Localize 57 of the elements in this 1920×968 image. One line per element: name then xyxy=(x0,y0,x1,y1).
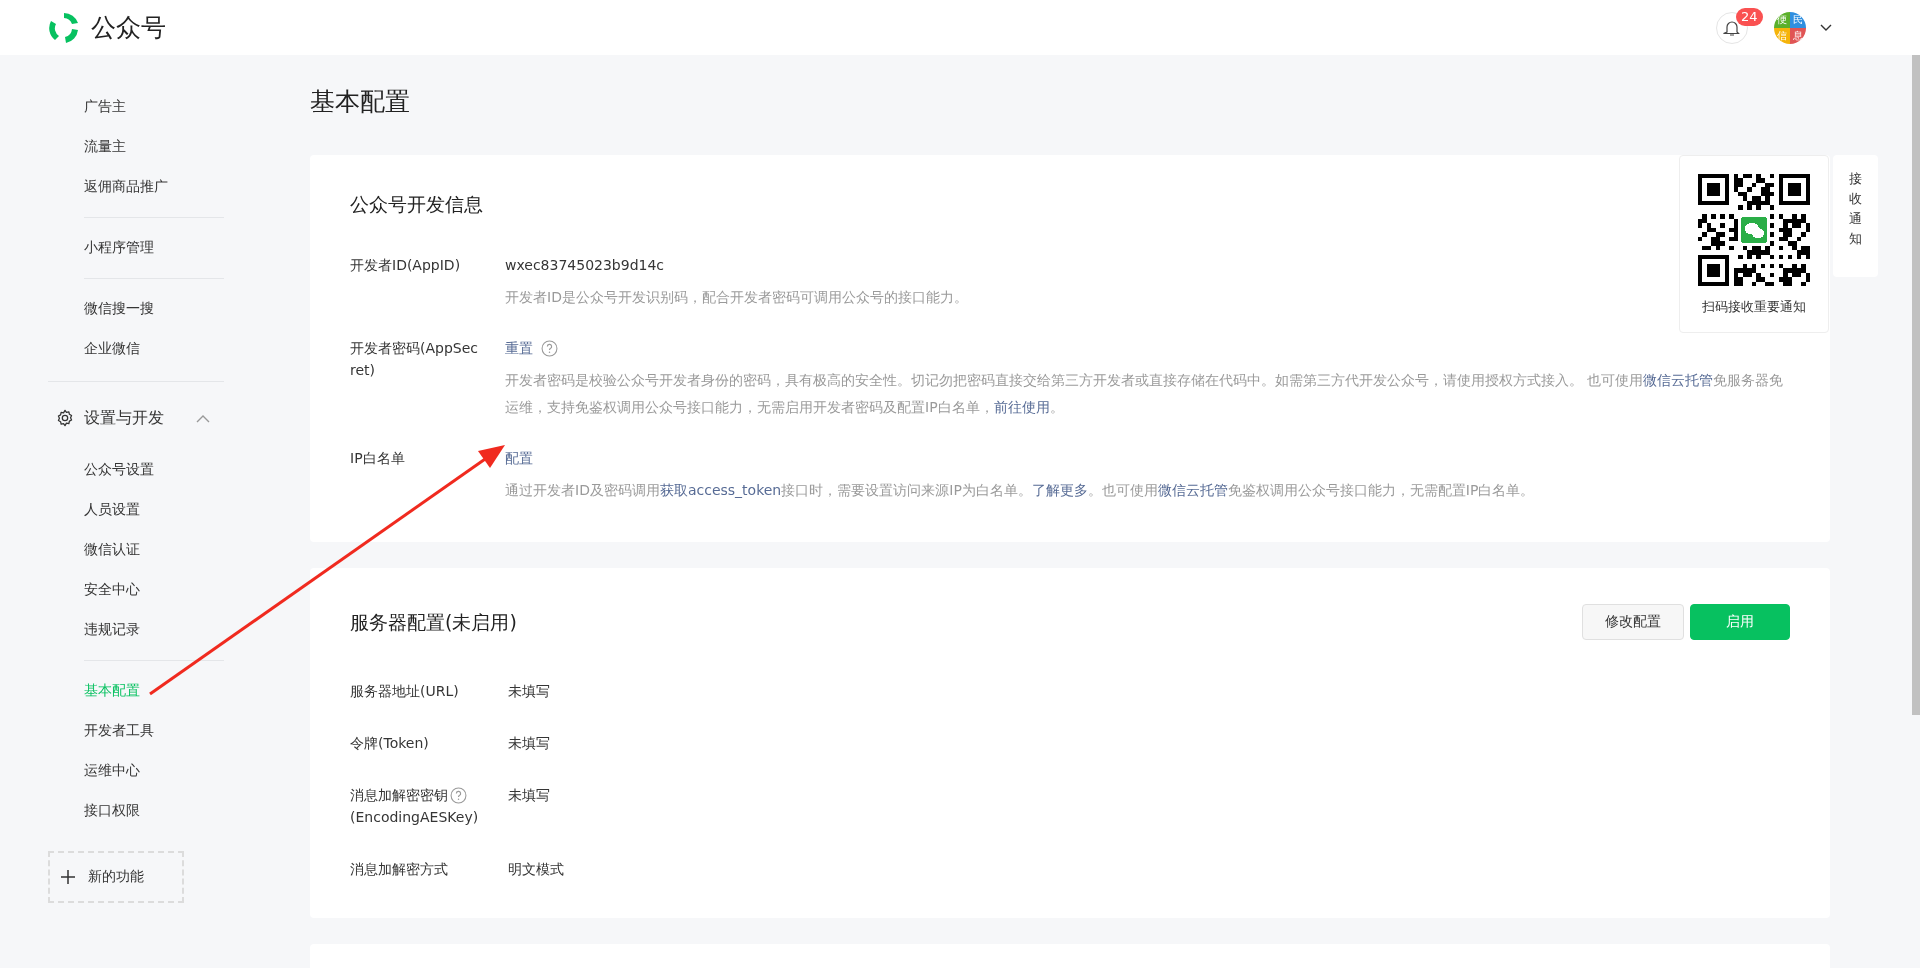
notification-tab[interactable]: 接收通知 xyxy=(1833,155,1878,277)
field-label: 开发者ID(AppID) xyxy=(350,256,462,275)
sidebar-heading[interactable]: 设置与开发 xyxy=(84,407,196,429)
sidebar-item[interactable]: 微信搜一搜 xyxy=(0,289,250,329)
notification-badge: 24 xyxy=(1736,7,1763,26)
field-label: 消息加解密密钥 xyxy=(350,786,448,805)
chevron-icon[interactable] xyxy=(196,413,210,423)
help-icon[interactable] xyxy=(541,339,558,357)
action-link[interactable]: 重置 xyxy=(505,337,533,359)
scrollbar[interactable] xyxy=(1912,55,1920,715)
link[interactable]: 微信云托管 xyxy=(1157,482,1228,498)
link[interactable]: 了解更多 xyxy=(1031,482,1088,498)
field-label: 服务器地址(URL) xyxy=(350,682,459,701)
logo-icon[interactable] xyxy=(47,10,81,45)
card-title: 服务器配置(未启用) xyxy=(350,610,517,635)
sidebar-item[interactable]: 流量主 xyxy=(0,127,250,167)
sidebar-item[interactable]: 小程序管理 xyxy=(0,228,250,268)
qr-code-icon xyxy=(1698,174,1810,286)
sidebar-item[interactable]: 人员设置 xyxy=(0,490,250,530)
settings-icon xyxy=(56,409,74,427)
link[interactable]: 获取access_token xyxy=(659,482,782,498)
field-description: 开发者密码是校验公众号开发者身份的密码，具有极高的安全性。切记勿把密码直接交给第三方开发者或直接存储在代码中。如需第三方代开发公众号，请使用授权方式接入。 也可使用微信云托管免服务器免运维，支持免鉴权调用公众号接口能力，无需启用开发者密码及配置IP白名单，前往使用。 xyxy=(505,371,1785,417)
field-description: 通过开发者ID及密码调用获取access_token接口时，需要设置访问来源IP为白名单。了解更多。也可使用微信云托管免鉴权调用公众号接口能力，无需配置IP白名单。 xyxy=(505,481,1535,500)
link[interactable]: 前往使用 xyxy=(993,399,1050,415)
sidebar-item[interactable]: 返佣商品推广 xyxy=(0,167,250,207)
sidebar-item[interactable]: 接口权限 xyxy=(0,791,250,831)
bell-icon xyxy=(1723,18,1741,37)
edit-button[interactable]: 修改配置 xyxy=(1582,604,1684,640)
sidebar-item[interactable]: 违规记录 xyxy=(0,610,250,650)
new-feature-button[interactable]: 新的功能 xyxy=(48,851,184,903)
field-label: 令牌(Token) xyxy=(350,734,429,753)
link[interactable]: 微信云托管 xyxy=(1643,372,1714,388)
sidebar-item[interactable]: 开发者工具 xyxy=(0,711,250,751)
field-value: wxec83745023b9d14c xyxy=(505,256,665,275)
help-icon[interactable] xyxy=(450,786,467,804)
plus-icon xyxy=(60,869,76,885)
field-label: 消息加解密方式 xyxy=(350,860,448,879)
product-name: 公众号 xyxy=(91,12,166,44)
sidebar-item[interactable]: 安全中心 xyxy=(0,570,250,610)
field-label-note: (EncodingAESKey) xyxy=(350,808,480,827)
sidebar-item[interactable]: 企业微信 xyxy=(0,329,250,369)
sidebar-item[interactable]: 运维中心 xyxy=(0,751,250,791)
field-label: IP白名单 xyxy=(350,449,406,468)
field-value: 未填写 xyxy=(508,786,550,805)
action-link[interactable]: 配置 xyxy=(505,447,533,469)
page-title: 基本配置 xyxy=(310,87,411,117)
field-description: 开发者ID是公众号开发识别码，配合开发者密码可调用公众号的接口能力。 xyxy=(505,288,968,307)
field-value: 未填写 xyxy=(508,682,550,701)
field-label: 开发者密码(AppSecret) xyxy=(350,339,479,380)
sidebar-item[interactable]: 公众号设置 xyxy=(0,450,250,490)
field-value: 明文模式 xyxy=(508,860,564,879)
caret-icon[interactable] xyxy=(1820,23,1832,32)
sidebar-item[interactable]: 广告主 xyxy=(0,87,250,127)
card-title: 公众号开发信息 xyxy=(350,192,484,217)
sidebar-item[interactable]: 微信认证 xyxy=(0,530,250,570)
field-value: 未填写 xyxy=(508,734,550,753)
qr-caption: 扫码接收重要通知 xyxy=(1702,298,1806,316)
